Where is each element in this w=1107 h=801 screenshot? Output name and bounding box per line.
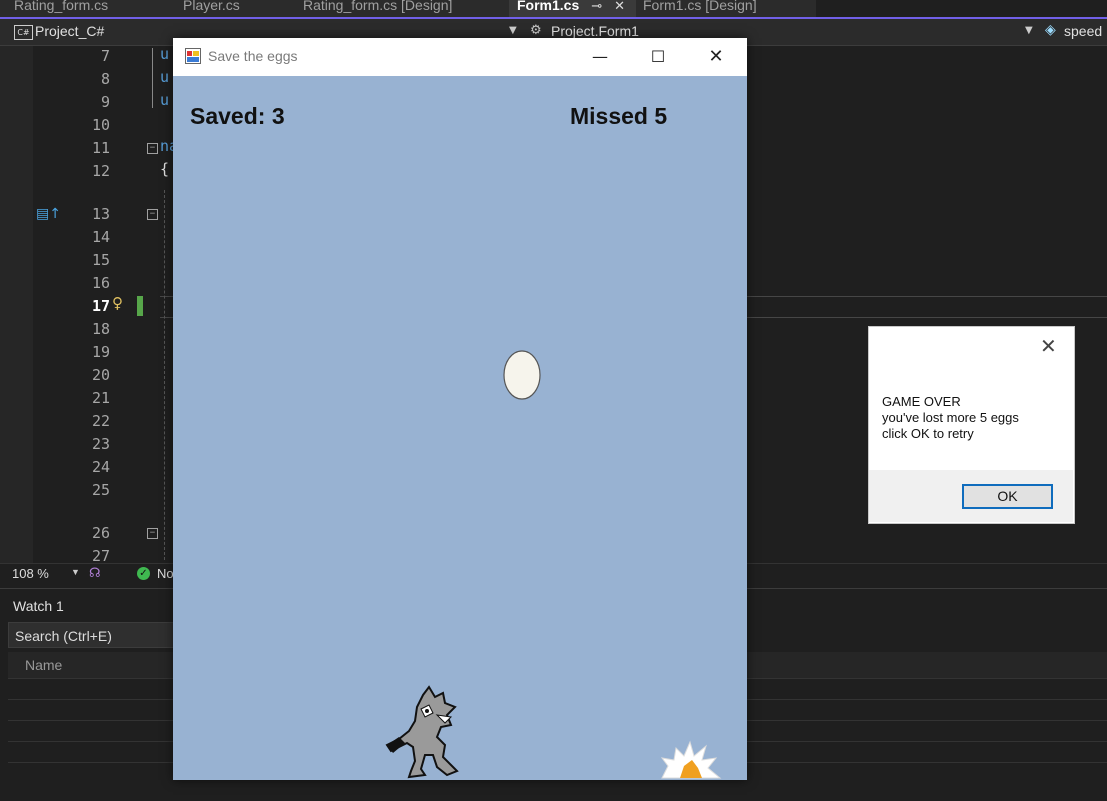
member-dropdown[interactable]: speed <box>1064 23 1102 39</box>
tab-label: Player.cs <box>183 0 240 13</box>
tab-form1-cs[interactable]: Form1.cs ⊸ ✕ <box>509 0 636 17</box>
tab-label: Rating_form.cs <box>14 0 109 13</box>
implementation-icon[interactable]: ▤↑ <box>36 206 61 222</box>
field-icon: ◈ <box>1045 22 1056 38</box>
tab-form1-design[interactable]: Form1.cs [Design] <box>636 0 816 17</box>
chevron-down-icon[interactable]: ▼ <box>71 567 80 577</box>
line-number: 12 <box>91 162 110 180</box>
indent-guide <box>164 190 165 560</box>
code-token[interactable]: u <box>160 91 169 109</box>
csharp-project-icon: C# <box>14 25 33 40</box>
ok-button[interactable]: OK <box>962 484 1053 509</box>
saved-counter: Saved: 3 <box>190 103 285 129</box>
code-token[interactable]: u <box>160 45 169 63</box>
missed-counter: Missed 5 <box>570 103 668 129</box>
tab-rating-form-cs[interactable]: Rating_form.cs <box>0 0 169 17</box>
line-number: 25 <box>91 481 110 499</box>
watch-search-input[interactable]: Search (Ctrl+E) <box>8 622 178 648</box>
chevron-down-icon[interactable]: ▼ <box>1025 25 1033 36</box>
tab-label: Form1.cs <box>517 0 580 13</box>
collapse-icon[interactable]: − <box>147 143 158 154</box>
wolf-player-sprite <box>385 685 480 780</box>
falling-egg <box>502 348 542 400</box>
tab-player-cs[interactable]: Player.cs <box>169 0 289 17</box>
game-window[interactable] <box>173 38 747 780</box>
collapse-icon[interactable]: − <box>147 209 158 220</box>
zoom-level[interactable]: 108 % <box>12 566 49 581</box>
line-number: 11 <box>91 139 110 157</box>
search-placeholder: Search (Ctrl+E) <box>15 628 112 644</box>
close-icon[interactable]: ✕ <box>687 38 745 76</box>
copilot-icon[interactable]: ☊ <box>89 565 101 581</box>
code-token[interactable]: { <box>160 160 169 178</box>
line-number: 19 <box>91 343 110 361</box>
name-column-label: Name <box>25 657 63 673</box>
tab-rating-form-design[interactable]: Rating_form.cs [Design] <box>289 0 509 17</box>
line-number: 10 <box>91 116 110 134</box>
line-number: 8 <box>100 70 110 88</box>
line-number: 24 <box>91 458 110 476</box>
close-icon[interactable]: ✕ <box>614 0 625 13</box>
collapse-icon[interactable]: − <box>147 528 158 539</box>
dialog-message: GAME OVER you've lost more 5 eggs click … <box>882 394 1019 441</box>
minimize-icon[interactable]: — <box>571 38 629 76</box>
issues-status[interactable]: No <box>157 566 174 581</box>
using-bracket <box>152 48 153 108</box>
line-number: 9 <box>100 93 110 111</box>
project-dropdown[interactable]: Project_C# <box>35 23 104 39</box>
line-number: 20 <box>91 366 110 384</box>
line-number: 17 <box>91 297 110 315</box>
watch-panel-title[interactable]: Watch 1 <box>13 598 64 614</box>
close-icon[interactable]: ✕ <box>1040 334 1057 358</box>
game-window-title: Save the eggs <box>208 48 298 64</box>
line-number: 26 <box>91 524 110 542</box>
line-number: 14 <box>91 228 110 246</box>
pin-icon[interactable]: ⊸ <box>591 0 602 13</box>
line-number: 16 <box>91 274 110 292</box>
broken-egg-sprite <box>658 738 722 780</box>
line-number: 13 <box>91 205 110 223</box>
line-number: 21 <box>91 389 110 407</box>
line-number: 18 <box>91 320 110 338</box>
line-number: 7 <box>100 47 110 65</box>
editor-margin <box>0 46 33 563</box>
lightbulb-icon[interactable]: ♀ <box>112 294 123 312</box>
chevron-down-icon[interactable]: ▼ <box>509 25 517 36</box>
line-number: 22 <box>91 412 110 430</box>
winforms-app-icon <box>185 48 201 64</box>
line-number: 23 <box>91 435 110 453</box>
maximize-icon[interactable]: ☐ <box>629 38 687 76</box>
tab-label: Form1.cs [Design] <box>643 0 757 13</box>
class-dropdown[interactable]: Project.Form1 <box>551 23 639 39</box>
tab-label: Rating_form.cs [Design] <box>303 0 453 13</box>
class-icon: ⚙ <box>530 23 542 38</box>
line-number: 15 <box>91 251 110 269</box>
change-marker <box>137 296 143 316</box>
no-issues-icon: ✓ <box>137 567 150 580</box>
document-tab-strip: Rating_form.cs Player.cs Rating_form.cs … <box>0 0 1107 19</box>
code-token[interactable]: u <box>160 68 169 86</box>
